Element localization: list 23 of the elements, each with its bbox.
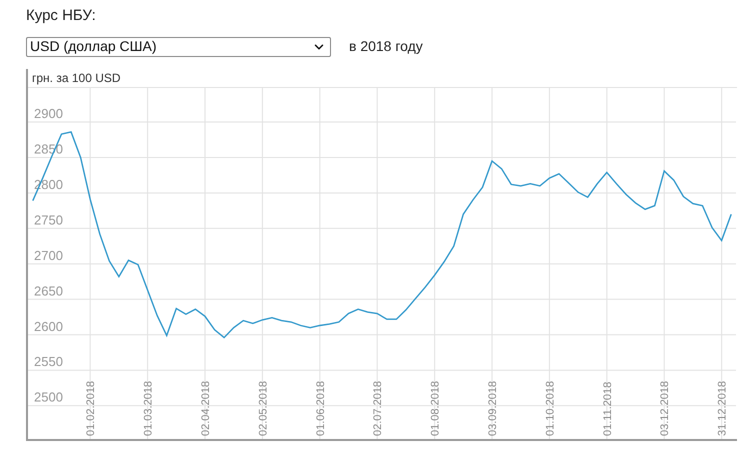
x-tick-label: 01.10.2018 bbox=[544, 380, 556, 436]
x-tick-label: 01.11.2018 bbox=[602, 382, 614, 436]
currency-select[interactable]: USD (доллар США) bbox=[26, 36, 331, 56]
x-tick-label: 01.08.2018 bbox=[430, 380, 442, 436]
x-tick-label: 03.09.2018 bbox=[487, 380, 500, 436]
y-tick-label: 2550 bbox=[34, 354, 63, 370]
x-tick-label: 01.06.2018 bbox=[314, 380, 327, 436]
year-label: в 2018 году bbox=[349, 37, 423, 56]
x-tick-label: 02.07.2018 bbox=[372, 380, 384, 436]
x-tick-label: 01.03.2018 bbox=[142, 380, 155, 436]
page-title: Курс НБУ: bbox=[26, 6, 97, 26]
y-tick-label: 2750 bbox=[34, 212, 63, 228]
x-tick-label: 31.12.2018 bbox=[716, 380, 729, 436]
y-tick-label: 2500 bbox=[34, 390, 63, 405]
x-tick-label: 02.05.2018 bbox=[257, 380, 270, 436]
x-tick-label: 03.12.2018 bbox=[659, 380, 672, 436]
y-tick-label: 2900 bbox=[34, 106, 63, 122]
y-tick-label: 2600 bbox=[34, 318, 63, 334]
y-tick-label: 2700 bbox=[34, 248, 63, 263]
unit-label: грн. за 100 USD bbox=[32, 70, 121, 87]
x-tick-label: 02.04.2018 bbox=[200, 380, 212, 436]
x-tick-label: 01.02.2018 bbox=[85, 380, 98, 436]
y-tick-label: 2650 bbox=[34, 283, 63, 298]
